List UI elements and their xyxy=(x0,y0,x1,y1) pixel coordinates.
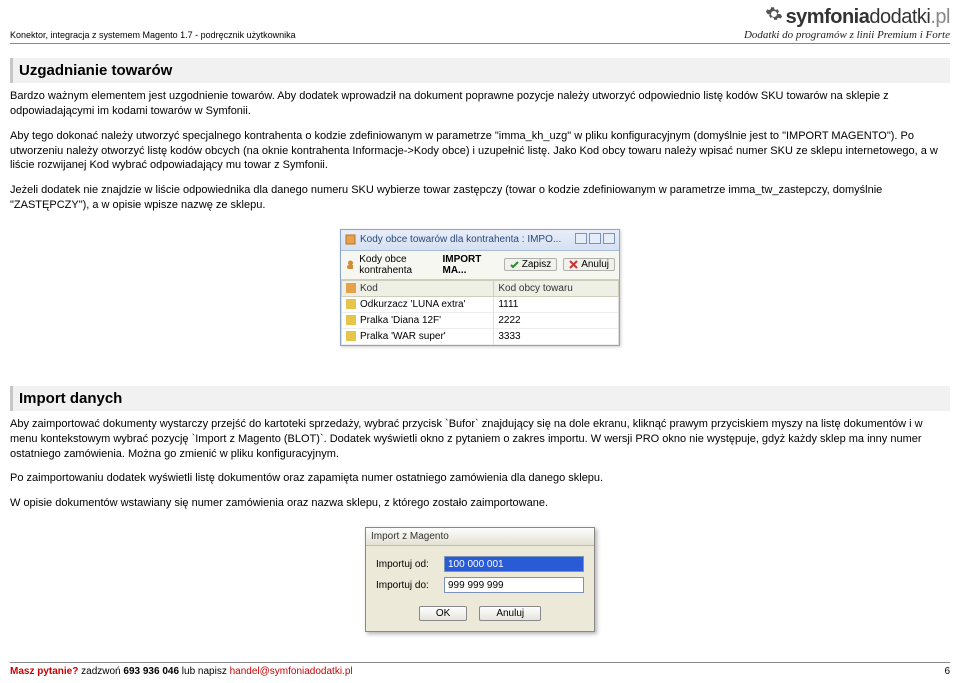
page-footer: Masz pytanie? zadzwoń 693 936 046 lub na… xyxy=(10,662,950,677)
cell-kod: Pralka 'Diana 12F' xyxy=(360,315,441,326)
save-button[interactable]: Zapisz xyxy=(504,258,557,271)
cancel-label: Anuluj xyxy=(581,259,609,270)
check-icon xyxy=(510,260,519,269)
page-number: 6 xyxy=(944,666,950,677)
cell-obcy: 2222 xyxy=(494,312,619,328)
cancel-button[interactable]: Anuluj xyxy=(479,606,541,621)
page-header: Konektor, integracja z systemem Magento … xyxy=(10,5,950,44)
item-icon xyxy=(346,331,356,341)
cell-obcy: 3333 xyxy=(494,328,619,344)
doc-breadcrumb: Konektor, integracja z systemem Magento … xyxy=(10,30,296,41)
cell-kod: Odkurzacz 'LUNA extra' xyxy=(360,299,466,310)
cell-obcy: 1111 xyxy=(494,296,619,312)
paragraph: W opisie dokumentów wstawiany się numer … xyxy=(10,496,950,511)
x-icon xyxy=(569,260,578,269)
figure-kody-obce: Kody obce towarów dla kontrahenta : IMPO… xyxy=(10,229,950,346)
figure-import-dialog: Import z Magento Importuj od: Importuj d… xyxy=(10,527,950,632)
dialog-titlebar: Kody obce towarów dla kontrahenta : IMPO… xyxy=(341,230,619,251)
close-icon[interactable] xyxy=(603,233,615,244)
row-import-from: Importuj od: xyxy=(376,556,584,572)
item-icon xyxy=(346,315,356,325)
label-import-to: Importuj do: xyxy=(376,580,438,591)
dialog-titlebar: Import z Magento xyxy=(366,528,594,546)
table-row[interactable]: Pralka 'WAR super' 3333 xyxy=(342,328,619,344)
brand-part3: .pl xyxy=(930,6,950,28)
brand-part2: dodatki xyxy=(869,6,930,28)
cell-kod: Pralka 'WAR super' xyxy=(360,331,446,342)
table-row[interactable]: Odkurzacz 'LUNA extra' 1111 xyxy=(342,296,619,312)
maximize-icon[interactable] xyxy=(589,233,601,244)
label-import-from: Importuj od: xyxy=(376,559,438,570)
paragraph: Aby zaimportować dokumenty wystarczy prz… xyxy=(10,417,950,462)
brand-subtitle: Dodatki do programów z linii Premium i F… xyxy=(744,29,950,41)
section-title-uzgadnianie: Uzgadnianie towarów xyxy=(10,58,950,83)
gear-icon xyxy=(765,5,783,29)
dialog-title-text: Kody obce towarów dla kontrahenta : IMPO… xyxy=(360,234,561,245)
table-row[interactable]: Pralka 'Diana 12F' 2222 xyxy=(342,312,619,328)
footer-phone: 693 936 046 xyxy=(123,666,179,677)
footer-email-link[interactable]: handel@symfoniadodatki.pl xyxy=(230,666,353,677)
window-icon xyxy=(345,234,356,245)
footer-prefix: Masz pytanie? xyxy=(10,666,78,677)
paragraph: Aby tego dokonać należy utworzyć specjal… xyxy=(10,129,950,174)
toolbar-label: Kody obce kontrahenta xyxy=(359,254,436,276)
brand-title: symfoniadodatki.pl xyxy=(744,5,950,29)
paragraph: Bardzo ważnym elementem jest uzgodnienie… xyxy=(10,89,950,119)
input-import-from[interactable] xyxy=(444,556,584,572)
toolbar-value: IMPORT MA... xyxy=(443,254,492,276)
input-import-to[interactable] xyxy=(444,577,584,593)
footer-contact: Masz pytanie? zadzwoń 693 936 046 lub na… xyxy=(10,666,353,677)
item-icon xyxy=(346,299,356,309)
paragraph: Jeżeli dodatek nie znajdzie w liście odp… xyxy=(10,183,950,213)
footer-mid: zadzwoń xyxy=(78,666,123,677)
ok-button[interactable]: OK xyxy=(419,606,467,621)
footer-mid2: lub napisz xyxy=(179,666,230,677)
cancel-button[interactable]: Anuluj xyxy=(563,258,615,271)
dialog-kody-obce: Kody obce towarów dla kontrahenta : IMPO… xyxy=(340,229,620,346)
column-icon xyxy=(346,283,356,293)
col-kod: Kod xyxy=(360,283,378,294)
paragraph: Po zaimportowaniu dodatek wyświetli list… xyxy=(10,471,950,486)
col-kodobcy: Kod obcy towaru xyxy=(494,280,619,296)
person-icon xyxy=(345,259,353,270)
dialog-import: Import z Magento Importuj od: Importuj d… xyxy=(365,527,595,632)
dialog-toolbar: Kody obce kontrahenta IMPORT MA... Zapis… xyxy=(341,251,619,280)
section-title-import: Import danych xyxy=(10,386,950,411)
kody-obce-table: Kod Kod obcy towaru Odkurzacz 'LUNA extr… xyxy=(341,280,619,345)
brand-part1: symfonia xyxy=(786,6,870,28)
save-label: Zapisz xyxy=(522,259,551,270)
brand-block: symfoniadodatki.pl Dodatki do programów … xyxy=(744,5,950,41)
row-import-to: Importuj do: xyxy=(376,577,584,593)
window-controls[interactable] xyxy=(573,233,615,247)
minimize-icon[interactable] xyxy=(575,233,587,244)
